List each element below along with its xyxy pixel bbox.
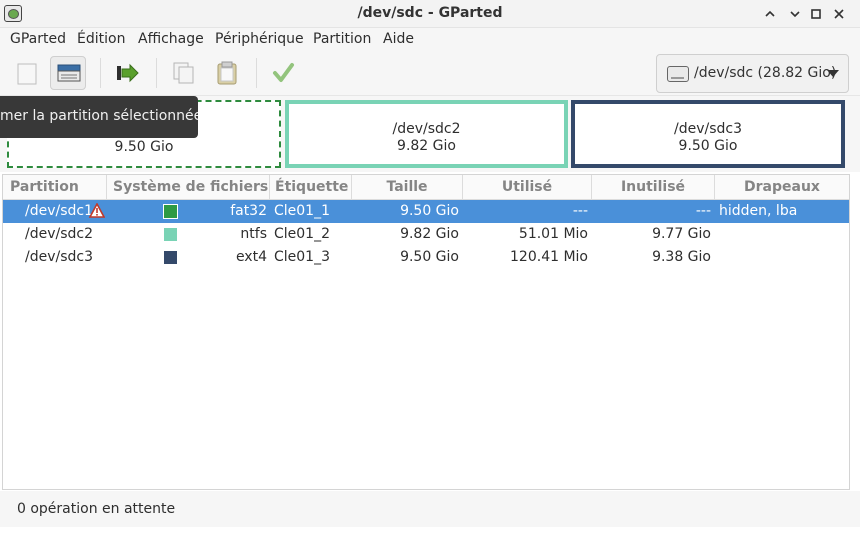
column-header-size[interactable]: Taille xyxy=(352,175,463,199)
table-row[interactable]: /dev/sdc1 fat32 Cle01_1 9.50 Gio --- ---… xyxy=(3,200,849,223)
partition-block-name: /dev/sdc2 xyxy=(392,121,461,137)
column-header-filesystem[interactable]: Système de fichiers xyxy=(107,175,270,199)
cell-flags: hidden, lba xyxy=(719,203,798,219)
partition-block-size: 9.82 Gio xyxy=(397,138,456,154)
window-title: /dev/sdc - GParted xyxy=(357,5,503,21)
pending-operations-status: 0 opération en attente xyxy=(17,501,176,517)
column-header-flags[interactable]: Drapeaux xyxy=(715,175,849,199)
new-partition-button[interactable] xyxy=(9,56,45,90)
resize-move-button[interactable] xyxy=(109,56,145,90)
close-button[interactable] xyxy=(829,4,849,24)
table-header: Partition Système de fichiers Étiquette … xyxy=(3,175,849,200)
paste-icon xyxy=(217,61,237,85)
cell-size: 9.50 Gio xyxy=(400,249,459,265)
filesystem-color-swatch xyxy=(163,204,178,219)
menu-gparted[interactable]: GParted xyxy=(10,31,66,47)
menu-bar: GParted Édition Affichage Périphérique P… xyxy=(0,28,860,52)
warning-icon xyxy=(89,203,105,218)
device-selector-label: /dev/sdc (28.82 Gio) xyxy=(694,65,837,81)
column-header-unused[interactable]: Inutilisé xyxy=(592,175,715,199)
chevron-down-icon xyxy=(790,11,800,18)
apply-button[interactable] xyxy=(265,56,301,90)
column-header-partition[interactable]: Partition xyxy=(3,175,107,199)
status-bar: 0 opération en attente xyxy=(0,491,860,527)
cell-used: 51.01 Mio xyxy=(518,226,588,242)
cell-unused: --- xyxy=(695,203,711,219)
tooltip-text: mer la partition sélectionnée xyxy=(0,108,198,124)
partition-table: Partition Système de fichiers Étiquette … xyxy=(2,174,850,490)
table-row[interactable]: /dev/sdc2 ntfs Cle01_2 9.82 Gio 51.01 Mi… xyxy=(3,223,849,246)
menu-edition[interactable]: Édition xyxy=(77,31,125,47)
cell-used: --- xyxy=(572,203,588,219)
square-icon xyxy=(811,9,821,19)
close-icon xyxy=(834,9,844,19)
cell-partition: /dev/sdc3 xyxy=(25,249,94,265)
column-header-used[interactable]: Utilisé xyxy=(463,175,592,199)
menu-peripherique[interactable]: Périphérique xyxy=(215,31,304,47)
partition-block-sdc3[interactable]: /dev/sdc3 9.50 Gio xyxy=(571,100,845,168)
maximize-button[interactable] xyxy=(806,4,826,24)
cell-size: 9.50 Gio xyxy=(400,203,459,219)
partition-block-sdc2[interactable]: /dev/sdc2 9.82 Gio xyxy=(285,100,568,168)
cell-size: 9.82 Gio xyxy=(400,226,459,242)
toolbar-separator xyxy=(256,58,257,88)
column-header-label[interactable]: Étiquette xyxy=(270,175,352,199)
device-selector[interactable]: /dev/sdc (28.82 Gio) xyxy=(656,54,849,93)
partition-block-name: /dev/sdc3 xyxy=(673,121,742,137)
toolbar-separator xyxy=(156,58,157,88)
minimize-button[interactable] xyxy=(760,4,780,24)
copy-button[interactable] xyxy=(166,56,202,90)
menu-affichage[interactable]: Affichage xyxy=(138,31,204,47)
partition-block-size: 9.50 Gio xyxy=(114,139,174,155)
cell-used: 120.41 Mio xyxy=(510,249,588,265)
title-bar: /dev/sdc - GParted xyxy=(0,0,860,28)
cell-label: Cle01_3 xyxy=(274,249,330,265)
cell-label: Cle01_1 xyxy=(274,203,330,219)
table-row[interactable]: /dev/sdc3 ext4 Cle01_3 9.50 Gio 120.41 M… xyxy=(3,246,849,269)
cell-partition: /dev/sdc1 xyxy=(25,203,94,219)
disk-icon xyxy=(667,66,689,82)
restore-button[interactable] xyxy=(785,4,805,24)
format-button[interactable] xyxy=(50,56,86,90)
cell-label: Cle01_2 xyxy=(274,226,330,242)
filesystem-color-swatch xyxy=(163,227,178,242)
cell-filesystem: fat32 xyxy=(230,203,267,219)
filesystem-color-swatch xyxy=(163,250,178,265)
cell-unused: 9.77 Gio xyxy=(652,226,711,242)
cell-partition: /dev/sdc2 xyxy=(25,226,94,242)
apply-icon xyxy=(273,63,294,82)
paste-button[interactable] xyxy=(209,56,245,90)
toolbar-separator xyxy=(100,58,101,88)
cell-filesystem: ext4 xyxy=(235,249,267,265)
format-icon xyxy=(57,64,81,82)
partition-block-size: 9.50 Gio xyxy=(678,138,738,154)
chevron-up-icon xyxy=(765,10,775,17)
dropdown-arrow-icon xyxy=(827,70,839,77)
cell-unused: 9.38 Gio xyxy=(652,249,711,265)
new-partition-icon xyxy=(17,63,37,85)
menu-partition[interactable]: Partition xyxy=(313,31,371,47)
copy-icon xyxy=(173,62,194,84)
cell-filesystem: ntfs xyxy=(240,226,267,242)
menu-aide[interactable]: Aide xyxy=(383,31,414,47)
tooltip: mer la partition sélectionnée xyxy=(0,96,198,138)
resize-move-icon xyxy=(117,63,139,83)
